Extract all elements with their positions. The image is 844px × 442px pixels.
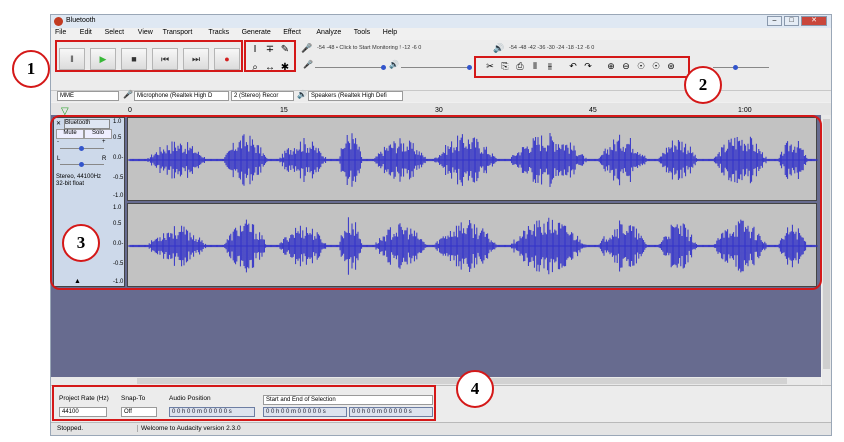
transport-highlight-box [55, 40, 243, 72]
status-bar: Stopped. Welcome to Audacity version 2.3… [51, 422, 831, 435]
playback-volume-icon: 🔊 [389, 60, 399, 69]
menu-tracks[interactable]: Tracks [208, 29, 229, 36]
menu-select[interactable]: Select [105, 29, 124, 36]
audacity-logo-icon [54, 17, 63, 26]
close-button[interactable]: ✕ [801, 16, 827, 26]
playback-device-select[interactable]: Speakers (Realtek High Defi [308, 91, 403, 101]
record-volume-slider[interactable] [315, 67, 385, 68]
audio-host-select[interactable]: MME [57, 91, 119, 101]
callout-1: 1 [12, 50, 50, 88]
timeline-tick-label: 0 [128, 107, 132, 114]
device-speaker-icon: 🔊 [297, 90, 307, 99]
record-volume-icon: 🎤 [303, 60, 313, 69]
menu-bar: File Edit Select View Transport Tracks Generat… [51, 28, 831, 39]
callout-2: 2 [684, 66, 722, 104]
vertical-scroll-thumb[interactable] [823, 119, 830, 369]
menu-transport[interactable]: Transport [163, 29, 193, 36]
speaker-icon: 🔊 [493, 43, 505, 53]
play-at-speed-knob[interactable] [733, 65, 738, 70]
callout-4: 4 [456, 370, 494, 408]
menu-file[interactable]: File [55, 29, 66, 36]
menu-edit[interactable]: Edit [80, 29, 92, 36]
record-volume-knob[interactable] [381, 65, 386, 70]
playback-meter[interactable]: -54 -48 -42 -36 -30 -24 -18 -12 -6 0 [509, 45, 594, 51]
timeline-tick-label: 1:00 [738, 107, 752, 114]
minimize-button[interactable]: – [767, 16, 782, 26]
vertical-scrollbar[interactable] [822, 115, 831, 393]
callout-3: 3 [62, 224, 100, 262]
menu-help[interactable]: Help [383, 29, 397, 36]
recording-channels-select[interactable]: 2 (Stereo) Recor [231, 91, 294, 101]
window-title: Bluetooth [66, 17, 96, 24]
menu-generate[interactable]: Generate [242, 29, 271, 36]
tracks-highlight-box [50, 115, 822, 290]
selection-toolbar-highlight-box [52, 385, 436, 421]
timeline-tick-label: 30 [435, 107, 443, 114]
record-meter[interactable]: -54 -48 • Click to Start Monitoring ! -1… [317, 45, 421, 51]
menu-effect[interactable]: Effect [283, 29, 301, 36]
play-at-speed-slider[interactable] [713, 67, 769, 68]
timeline-tick-label: 15 [280, 107, 288, 114]
horizontal-scrollbar[interactable] [51, 377, 821, 385]
menu-analyze[interactable]: Analyze [316, 29, 341, 36]
status-message: Welcome to Audacity version 2.3.0 [137, 425, 241, 432]
timeline-tick-label: 45 [589, 107, 597, 114]
playback-volume-slider[interactable] [401, 67, 471, 68]
menu-tools[interactable]: Tools [354, 29, 370, 36]
maximize-button[interactable]: □ [784, 16, 799, 26]
menu-view[interactable]: View [138, 29, 153, 36]
title-bar: Bluetooth – □ ✕ [51, 15, 831, 28]
playback-volume-knob[interactable] [467, 65, 472, 70]
device-mic-icon: 🎤 [123, 90, 133, 99]
tools-highlight-box [244, 40, 296, 72]
recording-device-select[interactable]: Microphone (Realtek High D [134, 91, 229, 101]
edit-toolbar-highlight-box [474, 56, 690, 78]
status-state: Stopped. [57, 425, 84, 432]
microphone-icon: 🎤 [301, 43, 313, 53]
